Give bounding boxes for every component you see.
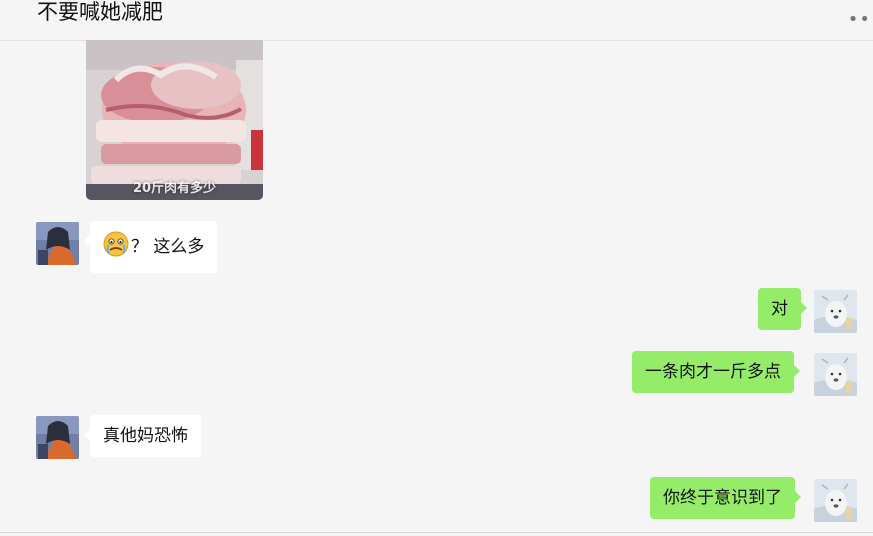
- message-bubble-other[interactable]: ？ 这么多: [83, 221, 218, 273]
- message-text: 对: [771, 299, 788, 319]
- message-bubble-self[interactable]: 一条肉才一斤多点: [632, 351, 800, 393]
- message-bubble-self[interactable]: 对: [758, 288, 807, 330]
- chat-window: 不要喊她减肥 •• 20斤肉有多少 ？ 这么多 对 一条肉才一斤多点 真他妈恐怖…: [0, 0, 873, 536]
- avatar-self[interactable]: [814, 290, 857, 333]
- more-dots-icon[interactable]: ••: [848, 9, 871, 30]
- image-caption: 20斤肉有多少: [132, 181, 217, 196]
- avatar-self[interactable]: [814, 353, 857, 396]
- message-image-pork[interactable]: 20斤肉有多少: [86, 40, 263, 200]
- avatar-self[interactable]: [814, 479, 857, 522]
- message-text: 真他妈恐怖: [103, 426, 188, 446]
- message-text: ？ 这么多: [131, 237, 205, 257]
- message-text: 你终于意识到了: [663, 488, 782, 508]
- chat-title: 不要喊她减肥: [37, 0, 163, 24]
- avatar-other[interactable]: [36, 222, 79, 265]
- tearful-face-emoji: [103, 231, 129, 263]
- avatar-other[interactable]: [36, 416, 79, 459]
- chat-header: 不要喊她减肥 ••: [0, 0, 873, 41]
- message-text: 一条肉才一斤多点: [645, 362, 781, 382]
- input-divider: [0, 532, 873, 533]
- message-bubble-other[interactable]: 真他妈恐怖: [84, 415, 201, 457]
- message-bubble-self[interactable]: 你终于意识到了: [650, 477, 801, 519]
